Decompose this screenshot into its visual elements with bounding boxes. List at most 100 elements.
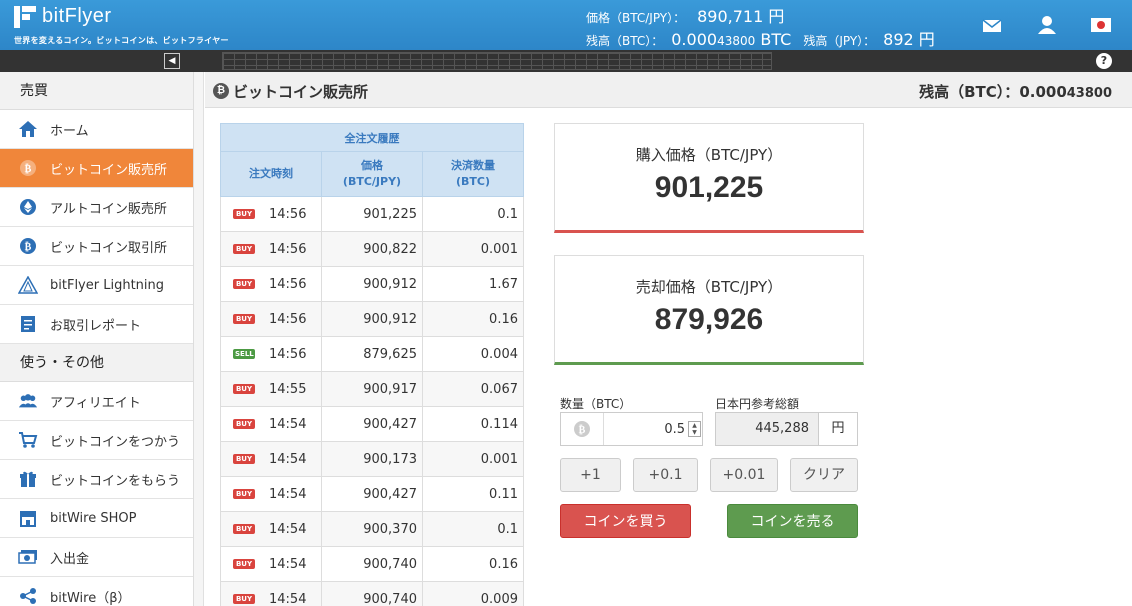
order-time: 14:54 [269, 556, 307, 572]
sidebar-item-bitwire-shop[interactable]: bitWire SHOP [0, 499, 193, 538]
sidebar-item-label: ビットコイン販売所 [50, 162, 168, 178]
header-jpy-balance-label: 残高（JPY）： [803, 34, 876, 48]
sidebar-item-bitcoin-shop[interactable]: ₿ ビットコイン販売所 [0, 149, 193, 188]
side-badge: BUY [233, 244, 255, 254]
report-icon [18, 314, 38, 334]
order-size: 0.004 [422, 336, 524, 372]
sidebar-item-label: お取引レポート [50, 318, 142, 334]
bitcoin-icon: ₿ [213, 83, 229, 99]
header-btc-balance-label: 残高（BTC）： [586, 34, 664, 48]
table-row: BUY 14:55 900,917 0.067 [220, 371, 524, 407]
table-row: BUY 14:56 900,912 0.16 [220, 301, 524, 337]
sidebar-item-label: bitWire SHOP [50, 510, 137, 526]
table-row: BUY 14:54 900,427 0.11 [220, 476, 524, 512]
add-0-01-button[interactable]: +0.01 [710, 458, 778, 492]
order-time: 14:56 [269, 206, 307, 222]
sidebar-item-altcoin-shop[interactable]: アルトコイン販売所 [0, 188, 193, 227]
home-icon [18, 119, 38, 139]
order-size: 0.16 [422, 546, 524, 582]
sidebar-item-use-bitcoin[interactable]: ビットコインをつかう [0, 421, 193, 460]
quantity-input[interactable] [605, 413, 689, 445]
sidebar-section-other: 使う・その他 [0, 344, 193, 382]
help-icon[interactable]: ? [1096, 53, 1112, 69]
order-price: 901,225 [321, 196, 423, 232]
lightning-icon [18, 275, 38, 295]
svg-text:₿: ₿ [25, 241, 32, 253]
side-badge: BUY [233, 559, 255, 569]
sidebar-item-deposit-withdraw[interactable]: 入出金 [0, 538, 193, 577]
order-time: 14:56 [269, 276, 307, 292]
sidebar-item-bitwire[interactable]: bitWire（β） [0, 577, 193, 606]
header-jpy-balance-value: 892 円 [883, 30, 935, 49]
add-1-button[interactable]: +1 [560, 458, 621, 492]
sidebar-item-label: ビットコイン取引所 [50, 240, 168, 256]
sidebar-item-label: アルトコイン販売所 [50, 201, 167, 217]
buy-price-value: 901,225 [654, 171, 764, 204]
logo-text: bitFlyer [42, 5, 112, 27]
japan-flag-icon[interactable] [1090, 14, 1112, 36]
sidebar-item-label: 入出金 [50, 551, 90, 567]
order-price: 900,427 [321, 476, 423, 512]
bitcoin-icon: ₿ [561, 413, 604, 445]
user-icon[interactable] [1037, 14, 1059, 36]
sidebar-item-home[interactable]: ホーム [0, 110, 193, 149]
sidebar-scroll-rail[interactable] [194, 72, 204, 606]
cart-icon [18, 430, 38, 450]
order-time-cell: BUY 14:54 [220, 546, 322, 582]
order-price: 900,822 [321, 231, 423, 267]
order-time-cell: BUY 14:56 [220, 301, 322, 337]
sidebar-collapse-button[interactable]: ◀ [164, 53, 180, 69]
ticker-strip [222, 52, 772, 70]
order-price: 900,740 [321, 581, 423, 606]
sidebar-item-report[interactable]: お取引レポート [0, 305, 193, 344]
order-size: 0.11 [422, 476, 524, 512]
order-time: 14:55 [269, 381, 307, 397]
sell-price-label: 売却価格（BTC/JPY） [635, 278, 783, 296]
order-size: 0.001 [422, 231, 524, 267]
sidebar-item-get-bitcoin[interactable]: ビットコインをもらう [0, 460, 193, 499]
top-header: bitFlyer 世界を変えるコイン。ビットコインは、ビットフライヤー 価格（B… [0, 0, 1132, 50]
order-time-cell: BUY 14:54 [220, 441, 322, 477]
sell-price-value: 879,926 [654, 303, 764, 336]
order-size: 0.1 [422, 511, 524, 547]
order-size: 0.009 [422, 581, 524, 606]
sidebar-item-bitcoin-exchange[interactable]: ₿ ビットコイン取引所 [0, 227, 193, 266]
sidebar: 売買 ホーム ₿ ビットコイン販売所 アルトコイン販売所 ₿ ビットコイン取引所… [0, 72, 194, 606]
order-history-caption: 全注文履歴 [220, 123, 524, 152]
shop-icon [18, 508, 38, 528]
header-price-value: 890,711 円 [697, 7, 785, 26]
buy-price-card: 購入価格（BTC/JPY） 901,225 [554, 123, 864, 233]
side-badge: BUY [233, 489, 255, 499]
quantity-label: 数量（BTC） [560, 397, 632, 411]
side-badge: BUY [233, 314, 255, 324]
sidebar-item-affiliate[interactable]: アフィリエイト [0, 382, 193, 421]
header-price: 価格（BTC/JPY）： 890,711 円 [586, 3, 784, 27]
side-badge: BUY [233, 594, 255, 604]
mail-icon[interactable] [982, 14, 1004, 36]
add-0-1-button[interactable]: +0.1 [633, 458, 698, 492]
bitflyer-logo[interactable]: bitFlyer [14, 5, 112, 28]
order-time-cell: BUY 14:54 [220, 476, 322, 512]
money-icon [18, 547, 38, 567]
sidebar-item-label: ビットコインをつかう [50, 434, 181, 450]
jpy-total-field: 445,288 円 [715, 412, 858, 446]
side-badge: BUY [233, 384, 255, 394]
sidebar-section-trade: 売買 [0, 72, 193, 110]
order-time: 14:56 [269, 346, 307, 362]
sidebar-item-label: ビットコインをもらう [50, 473, 181, 489]
clear-button[interactable]: クリア [790, 458, 858, 492]
sell-coin-button[interactable]: コインを売る [727, 504, 858, 538]
order-size: 0.067 [422, 371, 524, 407]
sidebar-item-lightning[interactable]: bitFlyer Lightning [0, 266, 193, 305]
quantity-stepper[interactable]: ▲ ▼ [688, 421, 701, 437]
table-row: BUY 14:54 900,370 0.1 [220, 511, 524, 547]
order-price: 900,917 [321, 371, 423, 407]
order-time: 14:54 [269, 451, 307, 467]
header-balances: 残高（BTC）： 0.00043800 BTC 残高（JPY）： 892 円 [586, 26, 947, 50]
sidebar-item-label: bitWire（β） [50, 590, 131, 606]
buy-coin-button[interactable]: コインを買う [560, 504, 691, 538]
side-badge: BUY [233, 419, 255, 429]
col-header-size: 決済数量 (BTC) [422, 151, 524, 197]
page-title: ビットコイン販売所 [233, 83, 369, 101]
order-time-cell: BUY 14:54 [220, 511, 322, 547]
